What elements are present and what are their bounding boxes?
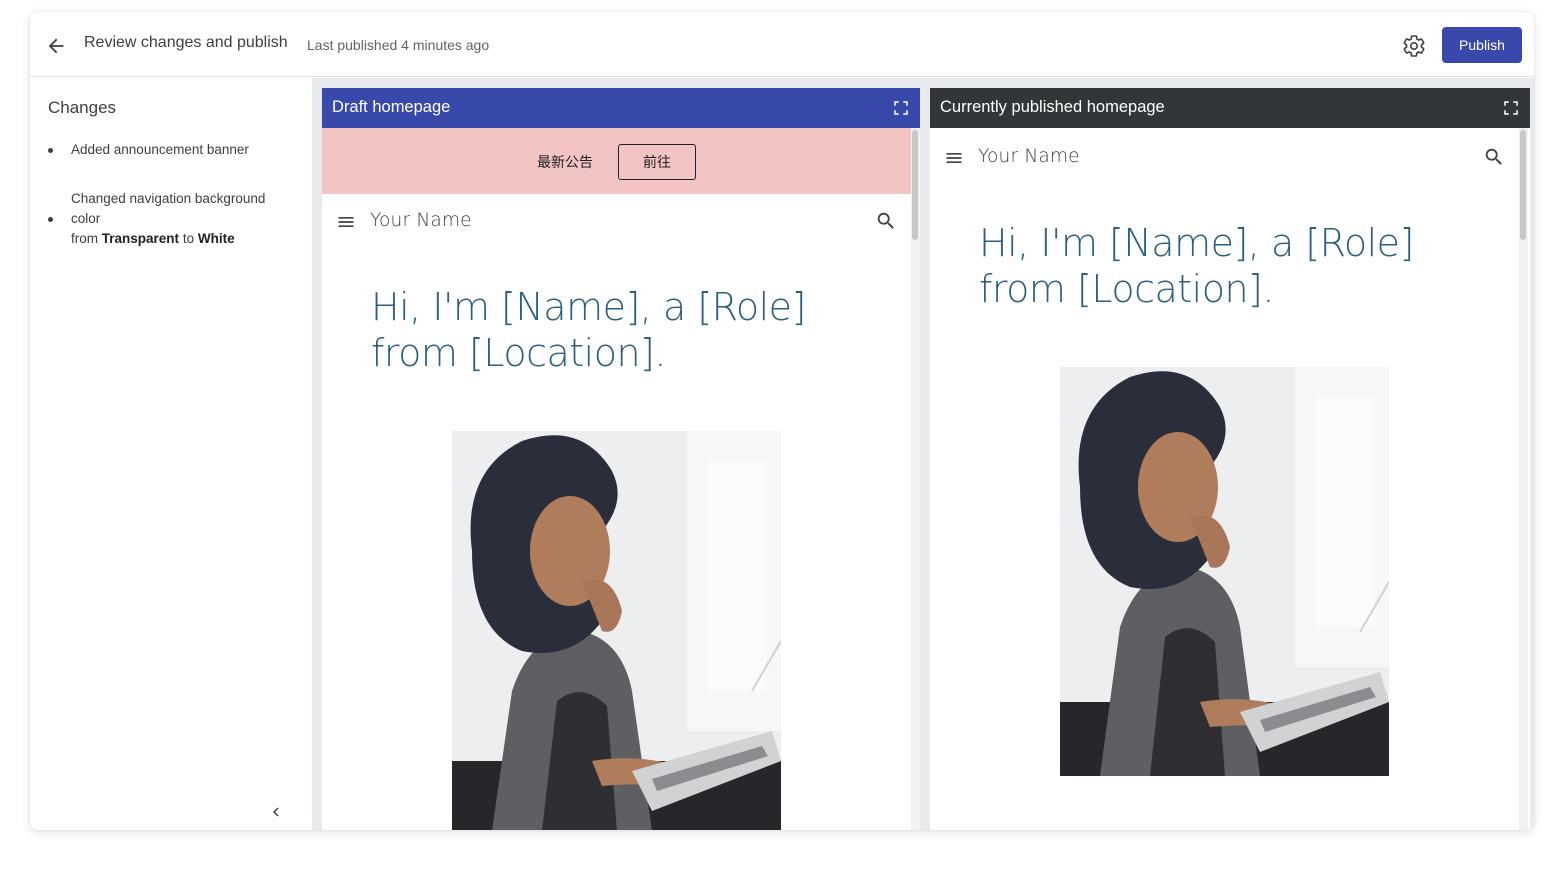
review-dialog: Review changes and publish Last publishe…: [30, 12, 1534, 830]
change-item-nav-color: Changed navigation background color from…: [48, 189, 298, 249]
search-icon[interactable]: [1483, 146, 1505, 168]
draft-scrollbar-thumb[interactable]: [912, 130, 918, 240]
settings-button[interactable]: [1400, 32, 1428, 60]
change-text: Added announcement banner: [71, 142, 249, 157]
published-preview-content[interactable]: Your Name Hi, I'm [Name], a [Role] from …: [930, 128, 1530, 830]
hero-heading: Hi, I'm [Name], a [Role] from [Location]…: [371, 285, 806, 375]
hamburger-menu-icon[interactable]: [944, 148, 964, 168]
draft-pane-title: Draft homepage: [332, 98, 451, 116]
gear-icon: [1403, 35, 1425, 57]
draft-site-nav: Your Name: [322, 194, 911, 250]
changes-sidebar: Changes Added announcement banner Change…: [30, 78, 312, 830]
site-name: Your Name: [370, 210, 472, 231]
fullscreen-icon[interactable]: [1502, 99, 1520, 117]
change-old-value: Transparent: [101, 231, 180, 246]
published-site-nav: Your Name: [930, 130, 1519, 186]
change-text: Changed navigation background color: [71, 191, 266, 226]
published-scrollbar-thumb[interactable]: [1520, 130, 1526, 240]
draft-preview-pane: Draft homepage 最新公告 前往 Your Name Hi, I'm…: [322, 88, 920, 830]
change-to-label: to: [182, 231, 195, 246]
arrow-left-icon: [48, 38, 64, 54]
fullscreen-icon[interactable]: [892, 99, 910, 117]
preview-area: Draft homepage 最新公告 前往 Your Name Hi, I'm…: [312, 78, 1534, 830]
bullet: [48, 217, 53, 222]
site-name: Your Name: [978, 146, 1080, 167]
published-pane-title: Currently published homepage: [940, 98, 1165, 116]
hero-photo: [452, 431, 781, 830]
page-title: Review changes and publish: [84, 34, 288, 51]
collapse-sidebar-button[interactable]: [264, 800, 288, 824]
last-published-status: Last published 4 minutes ago: [307, 37, 490, 53]
hero-photo: [1060, 367, 1389, 776]
hero-heading: Hi, I'm [Name], a [Role] from [Location]…: [979, 221, 1414, 311]
change-new-value: White: [197, 231, 235, 246]
draft-preview-content[interactable]: 最新公告 前往 Your Name Hi, I'm [Name], a [Rol…: [322, 128, 920, 830]
hamburger-menu-icon[interactable]: [336, 212, 356, 232]
header-bar: Review changes and publish Last publishe…: [30, 12, 1534, 77]
draft-pane-header: Draft homepage: [322, 88, 920, 128]
woman-laptop-photo: [452, 431, 781, 830]
published-preview-pane: Currently published homepage Your Name H…: [930, 88, 1530, 830]
publish-button[interactable]: Publish: [1442, 27, 1522, 63]
search-icon[interactable]: [875, 210, 897, 232]
announcement-text: 最新公告: [537, 154, 593, 170]
woman-laptop-photo: [1060, 367, 1389, 776]
changes-list: Added announcement banner Changed naviga…: [48, 140, 298, 278]
change-from-label: from: [71, 231, 98, 246]
changes-heading: Changes: [48, 98, 117, 117]
published-pane-header: Currently published homepage: [930, 88, 1530, 128]
announcement-go-button[interactable]: 前往: [618, 144, 696, 180]
chevron-left-icon: [273, 807, 279, 817]
back-button[interactable]: [42, 32, 70, 60]
announcement-banner: 最新公告 前往: [322, 128, 911, 194]
change-item-banner: Added announcement banner: [48, 140, 298, 160]
bullet: [48, 148, 53, 153]
